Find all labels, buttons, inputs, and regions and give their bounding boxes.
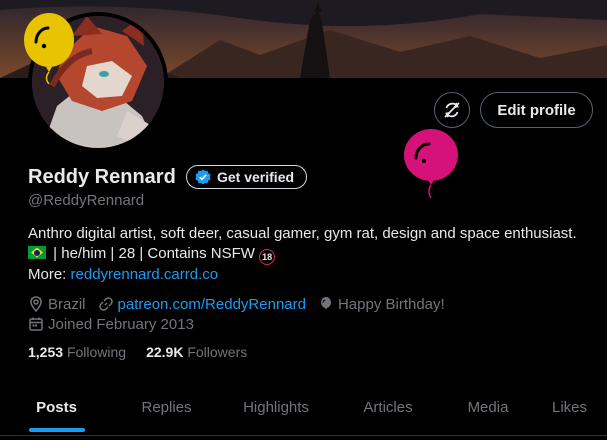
following-count: 1,253 (28, 344, 64, 360)
location-icon (30, 296, 42, 312)
birthday-text: Happy Birthday! (337, 295, 445, 313)
follow-stats: 1,253 Following 22.9K Followers (28, 344, 247, 360)
calendar-icon (29, 317, 43, 331)
handle: @ReddyRennard (28, 192, 145, 209)
balloon-icon (320, 297, 331, 310)
balloon-icon (22, 12, 78, 89)
profile-bio: Anthro digital artist, soft deer, casual… (28, 224, 603, 285)
link-icon (98, 297, 113, 311)
balloon-icon (402, 128, 460, 203)
bio-more-label: More: (28, 266, 67, 283)
refresh-off-icon (444, 102, 460, 118)
display-name: Reddy Rennard (28, 166, 176, 188)
tab-likes[interactable]: Likes (532, 380, 607, 434)
followers-link[interactable]: 22.9K Followers (146, 344, 247, 360)
bio-line-1: Anthro digital artist, soft deer, casual… (28, 225, 577, 242)
get-verified-label: Get verified (217, 169, 295, 185)
bio-link[interactable]: reddyrennard.carrd.co (71, 266, 219, 283)
joined-text: Joined February 2013 (48, 315, 194, 333)
tab-posts[interactable]: Posts (0, 380, 113, 434)
tab-articles[interactable]: Articles (332, 380, 444, 434)
brazil-flag-icon (28, 246, 46, 259)
tab-highlights[interactable]: Highlights (220, 380, 332, 434)
followers-count: 22.9K (146, 344, 184, 360)
profile-tabs: Posts Replies Highlights Articles Media … (0, 380, 607, 434)
verified-icon (195, 169, 211, 185)
edit-profile-button[interactable]: Edit profile (480, 92, 593, 128)
profile-meta: Brazil patreon.com/ReddyRennard Happy Bi… (28, 294, 457, 334)
bio-line-2-text: | he/him | 28 | Contains NSFW (53, 245, 255, 262)
tab-media[interactable]: Media (444, 380, 532, 434)
refresh-off-button[interactable] (434, 92, 470, 128)
tab-replies[interactable]: Replies (113, 380, 220, 434)
get-verified-button[interactable]: Get verified (186, 165, 308, 189)
bio-line-3: More: reddyrennard.carrd.co (28, 265, 603, 285)
eighteen-plus-icon: 18 (259, 249, 276, 265)
following-label: Following (66, 344, 127, 360)
followers-label: Followers (187, 344, 248, 360)
location-text: Brazil (48, 295, 86, 313)
tabs-divider (0, 435, 607, 436)
following-link[interactable]: 1,253 Following (28, 344, 126, 360)
bio-line-2: | he/him | 28 | Contains NSFW 18 (28, 244, 603, 265)
website-link[interactable]: patreon.com/ReddyRennard (118, 296, 306, 313)
